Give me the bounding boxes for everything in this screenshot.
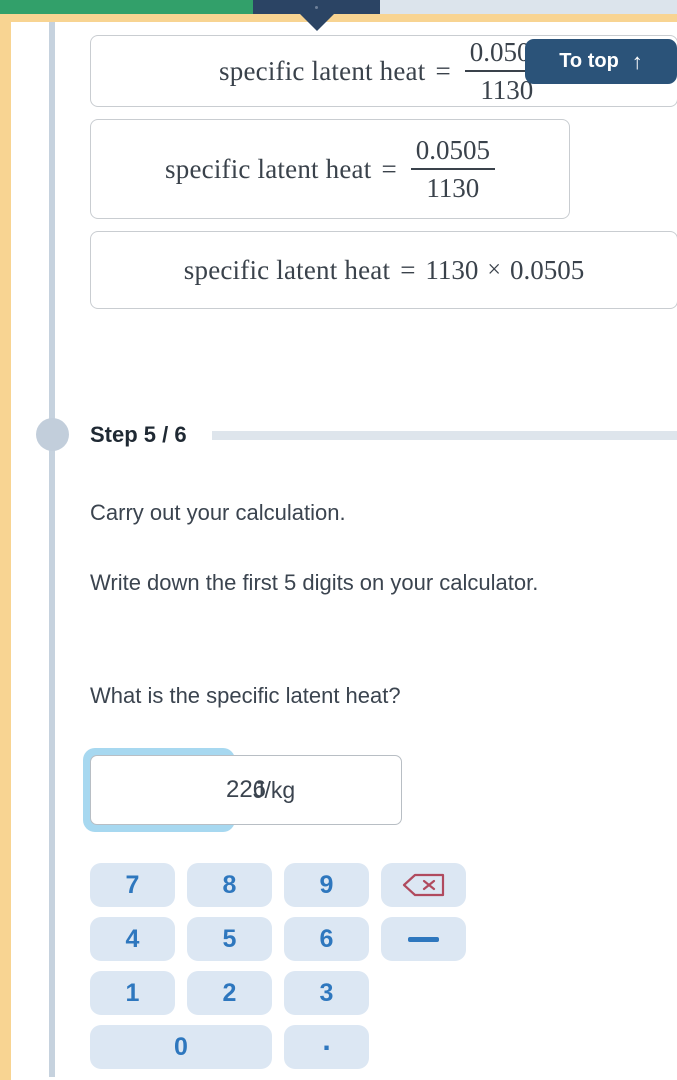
option-1-label: specific latent heat <box>219 55 426 86</box>
arrow-up-icon: ↑ <box>631 48 643 74</box>
option-2-denominator: 1130 <box>426 172 480 203</box>
key-6[interactable]: 6 <box>284 917 369 961</box>
key-backspace[interactable] <box>381 863 466 907</box>
step-header: Step 5 / 6 <box>90 422 677 448</box>
answer-row: J/kg <box>83 748 402 832</box>
keypad-row: 4 5 6 <box>90 917 490 961</box>
step-timeline-line <box>49 22 55 1077</box>
key-minus[interactable] <box>381 917 466 961</box>
key-1-label: 1 <box>125 978 140 1007</box>
accent-border-left <box>0 14 11 1080</box>
option-2-label: specific latent heat <box>165 153 372 184</box>
minus-icon <box>408 936 439 942</box>
key-8[interactable]: 8 <box>187 863 272 907</box>
answer-unit-label: J/kg <box>253 776 296 803</box>
option-2-numerator: 0.0505 <box>415 134 490 165</box>
backspace-icon <box>402 873 444 897</box>
key-5[interactable]: 5 <box>187 917 272 961</box>
key-9-label: 9 <box>319 870 334 899</box>
key-0-label: 0 <box>174 1032 188 1061</box>
option-3-operator: × <box>487 256 501 283</box>
answer-option-3[interactable]: specific latent heat = 1130 × 0.0505 <box>90 231 677 309</box>
progress-bar <box>0 0 677 31</box>
key-4[interactable]: 4 <box>90 917 175 961</box>
option-3-label: specific latent heat <box>183 254 391 285</box>
key-4-label: 4 <box>125 924 140 953</box>
key-0[interactable]: 0 <box>90 1025 272 1069</box>
keypad-row: 1 2 3 <box>90 971 490 1015</box>
key-9[interactable]: 9 <box>284 863 369 907</box>
instruction-line-1: Carry out your calculation. <box>90 500 346 525</box>
question-prompt: What is the specific latent heat? <box>90 683 401 708</box>
keypad-row: 0. <box>90 1025 490 1069</box>
step-divider <box>211 430 677 440</box>
option-3-right-operand: 0.0505 <box>509 254 585 285</box>
key-6-label: 6 <box>319 924 334 953</box>
key-decimal[interactable]: . <box>284 1025 369 1069</box>
answer-input[interactable] <box>90 755 402 825</box>
progress-pointer-icon <box>300 14 334 31</box>
to-top-button[interactable]: To top ↑ <box>525 39 677 84</box>
keypad-row: 7 8 9 <box>90 863 490 907</box>
lesson-page: specific latent heat = 0.0505 1130 speci… <box>11 22 677 1080</box>
key-3[interactable]: 3 <box>284 971 369 1015</box>
progress-tick-dot <box>315 6 318 9</box>
option-3-equals: = <box>400 254 416 285</box>
numeric-keypad: 7 8 9 4 5 6 1 2 3 0. <box>90 863 490 1079</box>
accent-border-top <box>0 14 677 22</box>
option-2-equals: = <box>381 153 397 184</box>
answer-input-focus-ring <box>83 748 402 832</box>
option-2-fraction: 0.0505 1130 <box>410 134 495 203</box>
answer-option-2[interactable]: specific latent heat = 0.0505 1130 <box>90 119 570 219</box>
key-3-label: 3 <box>319 978 334 1007</box>
option-2-fraction-bar <box>410 168 495 170</box>
progress-segment-completed <box>0 0 253 14</box>
step-timeline-marker <box>36 418 69 451</box>
key-2-label: 2 <box>222 978 237 1007</box>
instruction-line-2: Write down the first 5 digits on your ca… <box>90 570 539 595</box>
to-top-label: To top <box>559 50 619 72</box>
key-1[interactable]: 1 <box>90 971 175 1015</box>
key-2[interactable]: 2 <box>187 971 272 1015</box>
option-3-left-operand: 1130 <box>425 254 479 285</box>
key-7[interactable]: 7 <box>90 863 175 907</box>
key-5-label: 5 <box>222 924 237 953</box>
option-1-equals: = <box>435 55 451 86</box>
key-8-label: 8 <box>222 870 237 899</box>
key-7-label: 7 <box>125 870 140 899</box>
step-title: Step 5 / 6 <box>90 422 187 447</box>
